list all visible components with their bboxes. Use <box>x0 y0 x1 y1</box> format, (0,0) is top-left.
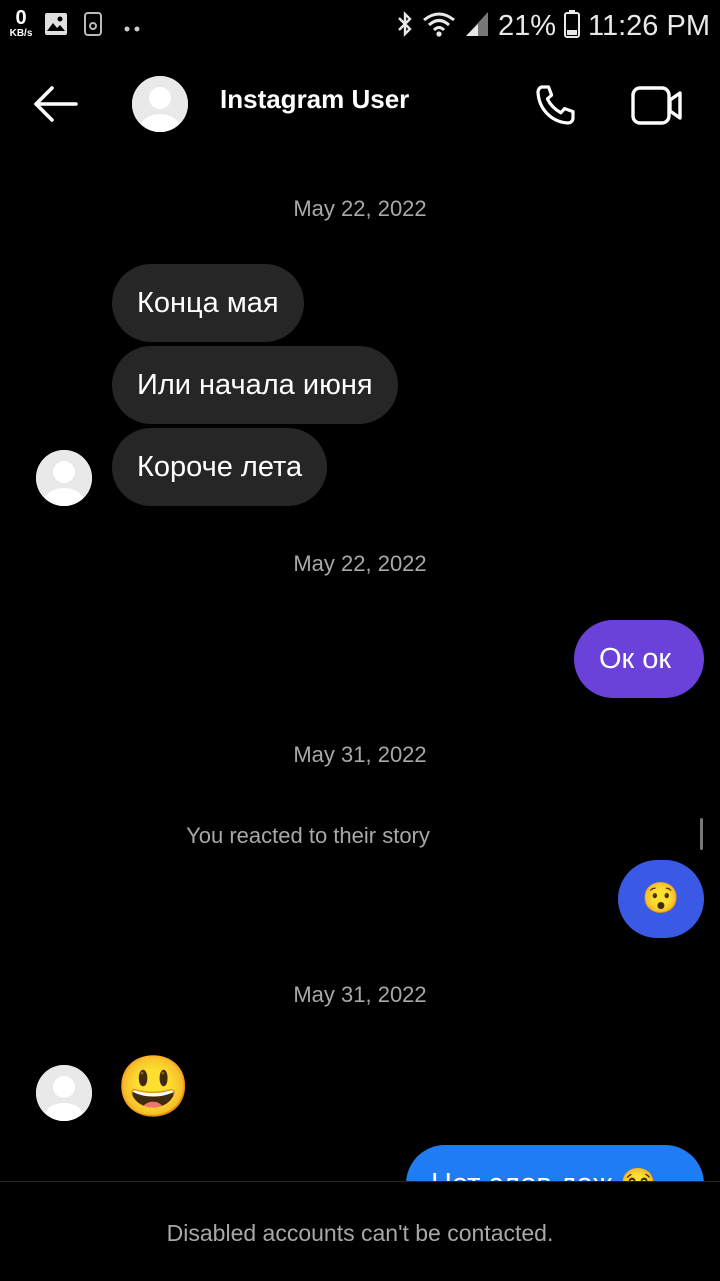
video-call-button[interactable] <box>630 84 684 128</box>
composer-disabled-bar: Disabled accounts can't be contacted. <box>0 1181 720 1281</box>
network-speed: 0 KB/s <box>6 8 36 39</box>
avatar-icon <box>36 450 92 506</box>
incoming-message[interactable]: Конца мая <box>112 264 304 342</box>
status-bar: 0 KB/s 21% 11:26 PM <box>0 0 720 52</box>
profile-avatar[interactable] <box>132 76 188 132</box>
image-icon <box>44 12 68 41</box>
incoming-emoji-message[interactable]: 😃 <box>116 1052 191 1122</box>
story-reaction-emoji[interactable]: 😯 <box>618 860 704 938</box>
outgoing-message[interactable]: Ок ок <box>574 620 704 698</box>
network-speed-unit: KB/s <box>9 28 33 39</box>
incoming-message[interactable]: Или начала июня <box>112 346 398 424</box>
audio-call-button[interactable] <box>532 82 580 130</box>
avatar-icon <box>132 76 188 132</box>
sender-avatar[interactable] <box>36 450 92 506</box>
sender-avatar[interactable] <box>36 1065 92 1121</box>
signal-icon <box>464 10 490 43</box>
date-separator: May 22, 2022 <box>293 196 427 221</box>
bluetooth-icon <box>396 10 414 43</box>
network-speed-value: 0 <box>15 7 27 29</box>
wifi-icon <box>422 10 456 43</box>
avatar-icon <box>36 1065 92 1121</box>
phone-sim-icon <box>84 12 102 41</box>
dots-icon <box>124 20 140 38</box>
disabled-account-notice: Disabled accounts can't be contacted. <box>166 1220 554 1246</box>
chat-header: Instagram User <box>0 52 720 156</box>
story-reaction-note: You reacted to their story <box>186 823 430 848</box>
phone-icon <box>536 85 575 125</box>
incoming-message[interactable]: Короче лета <box>112 428 328 506</box>
back-arrow-icon <box>34 86 78 122</box>
clock: 11:26 PM <box>588 9 710 42</box>
battery-percent: 21% <box>497 9 557 42</box>
back-button[interactable] <box>30 82 80 126</box>
scroll-indicator[interactable] <box>700 818 703 850</box>
date-separator: May 31, 2022 <box>293 742 427 767</box>
date-separator: May 22, 2022 <box>293 551 427 576</box>
date-separator: May 31, 2022 <box>293 982 427 1007</box>
video-icon <box>631 86 682 125</box>
battery-icon <box>564 9 581 43</box>
chat-title[interactable]: Instagram User <box>220 84 409 115</box>
